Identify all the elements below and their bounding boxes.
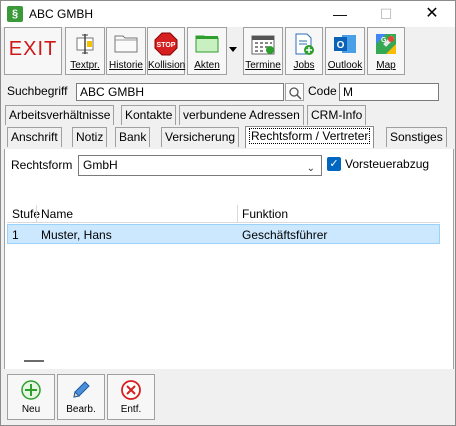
exit-label: EXIT (8, 38, 58, 60)
search-input[interactable]: ABC GMBH (76, 83, 284, 101)
rechtsform-value: GmbH (83, 158, 118, 172)
tab-notiz[interactable]: Notiz (72, 127, 108, 147)
jobs-button[interactable]: Jobs (285, 27, 323, 75)
vorsteuerabzug-label[interactable]: Vorsteuerabzug (345, 157, 429, 171)
bottom-toolbar: Neu Bearb. Entf. (4, 369, 454, 425)
stop-sign-icon: STOP (154, 32, 178, 56)
textpr-label: Textpr. (70, 60, 100, 71)
termine-button[interactable]: Termine (243, 27, 283, 75)
close-button[interactable]: ✕ (409, 1, 455, 27)
title-bar: § ABC GMBH — ☐ ✕ (1, 1, 455, 27)
add-icon (21, 380, 41, 400)
tab-label: verbundene Adressen (183, 108, 300, 122)
window-title: ABC GMBH (29, 7, 94, 21)
kollision-label: Kollision (148, 60, 186, 71)
edit-button[interactable]: Bearb. (57, 374, 105, 420)
tab-label: Versicherung (165, 130, 236, 144)
toolbar: EXIT Textpr. Historie STOP Kollision Akt… (1, 27, 455, 77)
search-button[interactable] (285, 83, 304, 101)
tab-bank[interactable]: Bank (115, 127, 151, 147)
column-header-name[interactable]: Name (41, 207, 73, 221)
column-separator[interactable] (237, 205, 238, 223)
vertreter-table: Stufe Name Funktion 1 Muster, Hans Gesch… (7, 205, 440, 287)
maximize-button[interactable]: ☐ (363, 1, 409, 27)
tab-label: Rechtsform / Vertreter (249, 128, 371, 144)
vorsteuerabzug-checkbox[interactable]: ✓ (327, 157, 341, 171)
tab-versicherung[interactable]: Versicherung (161, 127, 240, 147)
tab-label: CRM-Info (311, 108, 363, 122)
historie-label: Historie (109, 60, 143, 71)
tab-rechtsform-vertreter[interactable]: Rechtsform / Vertreter (245, 126, 375, 148)
app-icon: § (7, 6, 23, 22)
minimize-button[interactable]: — (317, 1, 363, 27)
map-letter: G (381, 37, 387, 44)
calendar-icon (251, 35, 275, 55)
tab-label: Notiz (76, 130, 104, 144)
tab-crm-info[interactable]: CRM-Info (307, 105, 367, 125)
code-label: Code (308, 84, 337, 98)
code-input[interactable]: M (339, 83, 439, 101)
cell-funktion: Geschäftsführer (242, 228, 328, 242)
column-separator[interactable] (36, 205, 37, 223)
map-icon: G (376, 34, 396, 54)
map-button[interactable]: G Map (367, 27, 405, 75)
rechtsform-label: Rechtsform (11, 158, 73, 172)
table-row[interactable]: 1 Muster, Hans Geschäftsführer (7, 224, 440, 244)
exit-button[interactable]: EXIT (4, 27, 62, 75)
search-label: Suchbegriff (7, 84, 68, 98)
tab-verbundene-adressen[interactable]: verbundene Adressen (179, 105, 304, 125)
outlook-label: Outlook (327, 60, 363, 71)
edit-label: Bearb. (66, 404, 96, 415)
search-row: Suchbegriff ABC GMBH Code M (1, 83, 455, 101)
tab-label: Arbeitsverhältnisse (9, 108, 111, 122)
new-button[interactable]: Neu (7, 374, 55, 420)
tab-anschrift[interactable]: Anschrift (7, 127, 62, 147)
delete-icon (121, 380, 141, 400)
delete-button[interactable]: Entf. (107, 374, 155, 420)
rechtsform-select[interactable]: GmbH ⌄ (78, 155, 322, 176)
tab-label: Sonstiges (390, 130, 443, 144)
folder-icon (114, 35, 138, 53)
termine-label: Termine (245, 60, 281, 71)
pencil-icon (73, 381, 90, 398)
outlook-letter: O (337, 40, 345, 51)
splitter-handle[interactable] (24, 360, 44, 362)
stop-sign-text: STOP (157, 42, 176, 49)
chevron-down-icon: ⌄ (306, 163, 315, 174)
table-header: Stufe Name Funktion (7, 205, 440, 223)
akten-button[interactable]: Akten (187, 27, 227, 75)
cell-name: Muster, Hans (41, 228, 112, 242)
tab-kontakte[interactable]: Kontakte (121, 105, 177, 125)
akten-dropdown-icon[interactable] (229, 47, 237, 52)
app-window: § ABC GMBH — ☐ ✕ EXIT Textpr. Historie S… (0, 0, 456, 426)
search-icon (289, 87, 302, 100)
job-add-icon (295, 33, 314, 55)
akten-label: Akten (194, 60, 220, 71)
tab-sonstiges[interactable]: Sonstiges (386, 127, 447, 147)
delete-label: Entf. (120, 404, 142, 415)
outlook-icon: O (334, 35, 356, 53)
green-folder-icon (195, 35, 219, 53)
new-label: Neu (21, 404, 41, 415)
tab-arbeitsverhaeltnisse[interactable]: Arbeitsverhältnisse (5, 105, 115, 125)
historie-button[interactable]: Historie (106, 27, 146, 75)
column-header-funktion[interactable]: Funktion (242, 207, 288, 221)
kollision-button[interactable]: STOP Kollision (147, 27, 185, 75)
map-label: Map (376, 60, 396, 71)
tab-label: Bank (119, 130, 147, 144)
textpr-button[interactable]: Textpr. (65, 27, 105, 75)
tab-label: Kontakte (125, 108, 173, 122)
jobs-label: Jobs (293, 60, 315, 71)
text-template-icon (76, 34, 94, 54)
outlook-button[interactable]: O Outlook (325, 27, 365, 75)
cell-stufe: 1 (12, 228, 19, 242)
tab-label: Anschrift (11, 130, 58, 144)
